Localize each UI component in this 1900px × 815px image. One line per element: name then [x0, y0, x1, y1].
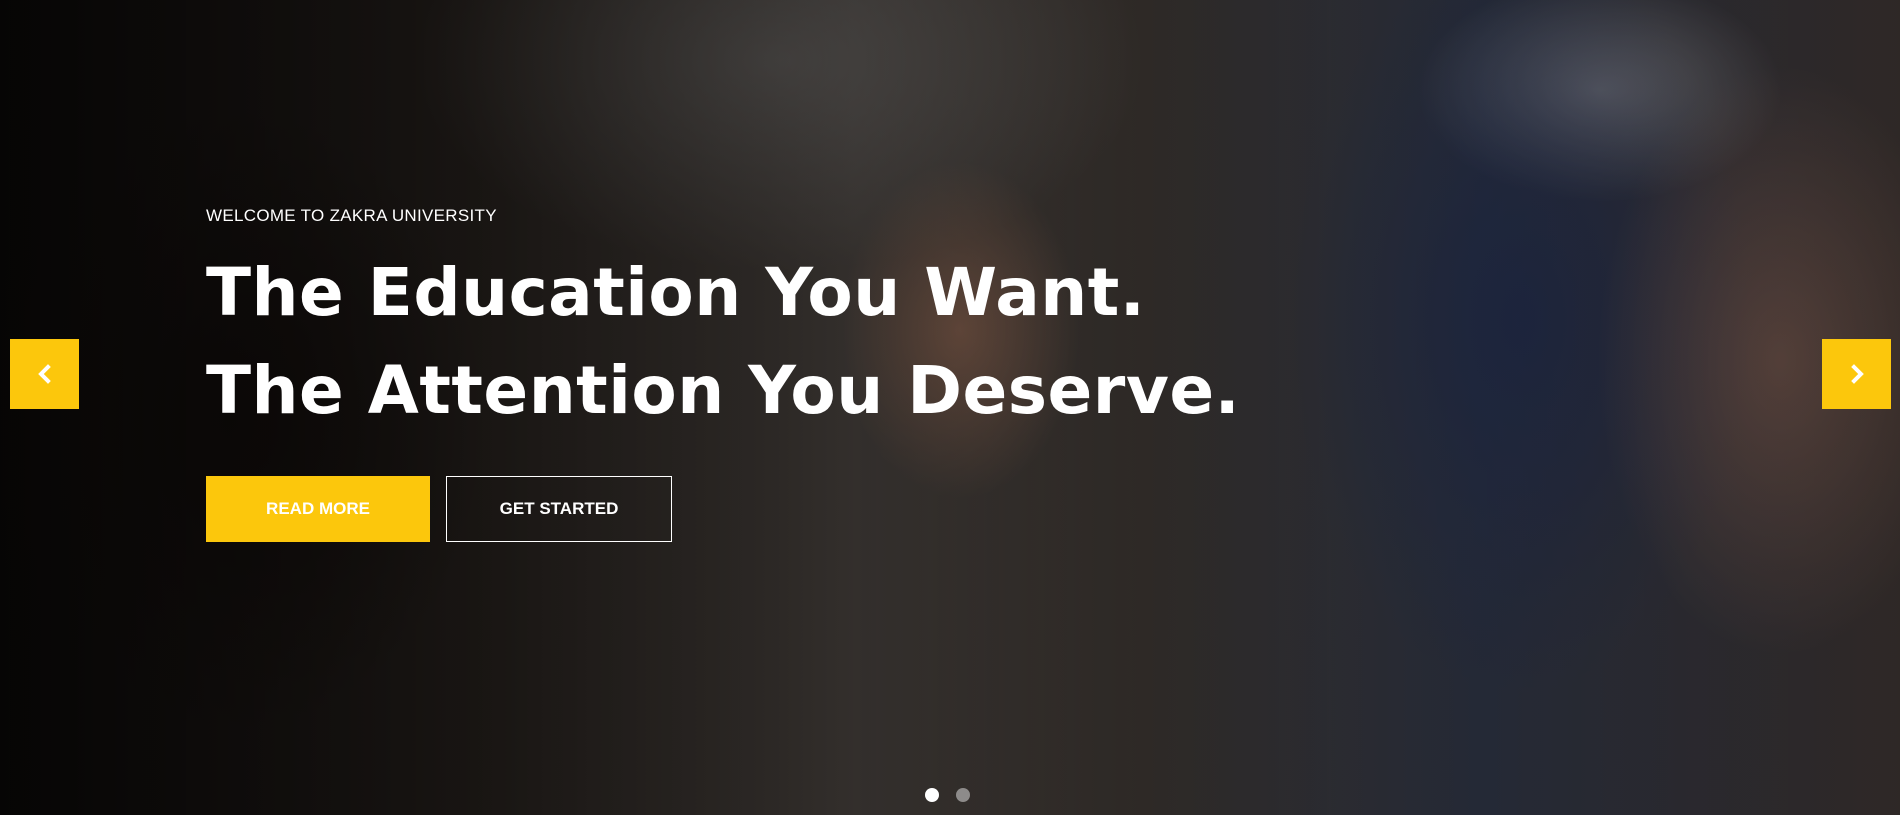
headline-line-2: The Attention You Deserve. [206, 352, 1241, 429]
slide-dot-1[interactable] [925, 788, 939, 802]
read-more-button[interactable]: READ MORE [206, 476, 430, 542]
slide-content: WELCOME TO ZAKRA UNIVERSITY The Educatio… [206, 206, 1306, 542]
hero-buttons: READ MORE GET STARTED [206, 476, 1306, 542]
previous-slide-button[interactable] [10, 339, 79, 409]
hero-slider: WELCOME TO ZAKRA UNIVERSITY The Educatio… [0, 0, 1900, 815]
get-started-button[interactable]: GET STARTED [446, 476, 672, 542]
chevron-left-icon [37, 364, 51, 384]
hero-eyebrow: WELCOME TO ZAKRA UNIVERSITY [206, 206, 497, 225]
slide-dot-2[interactable] [956, 788, 970, 802]
hero-headline: The Education You Want. The Attention Yo… [206, 244, 1306, 440]
next-slide-button[interactable] [1822, 339, 1891, 409]
slider-pagination [925, 788, 970, 802]
chevron-right-icon [1850, 364, 1864, 384]
headline-line-1: The Education You Want. [206, 254, 1146, 331]
